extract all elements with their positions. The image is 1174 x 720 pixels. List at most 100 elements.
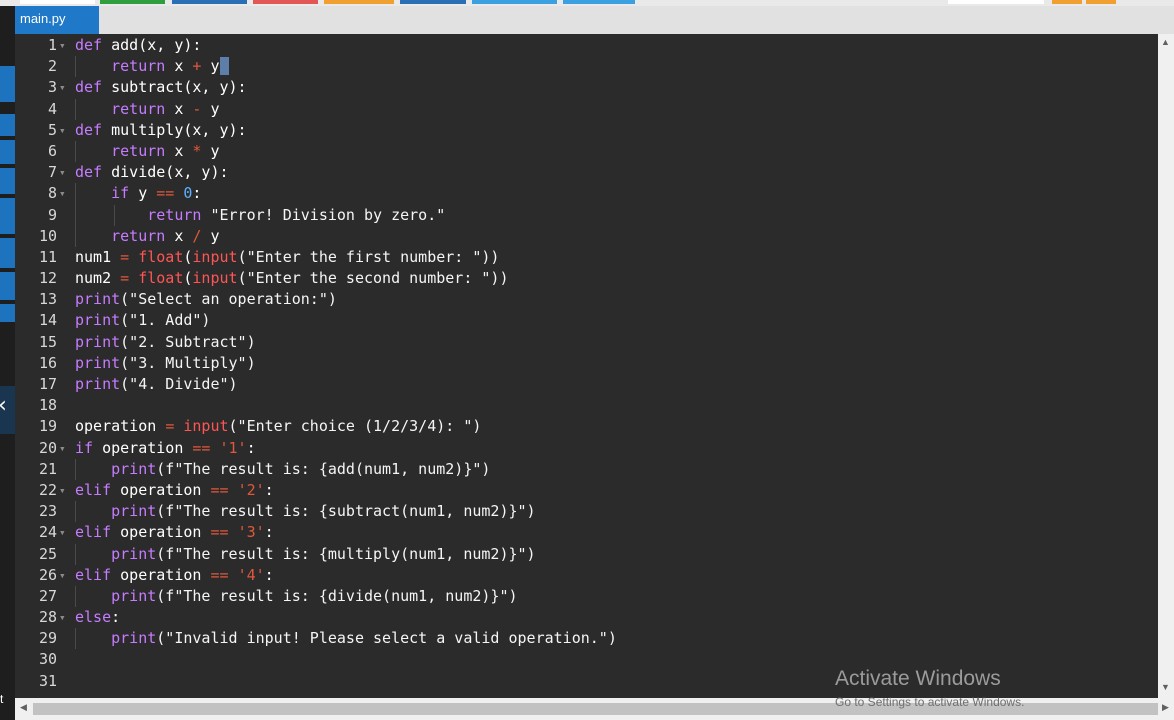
sidebar-tab[interactable] <box>0 66 15 102</box>
code-text[interactable]: else: <box>75 607 120 628</box>
code-line[interactable]: 21 print(f"The result is: {add(num1, num… <box>15 458 1158 480</box>
code-line[interactable]: 7 ▾ def divide(x, y): <box>15 162 1158 183</box>
sidebar-tab[interactable] <box>0 114 15 136</box>
chevron-left-icon[interactable]: ‹ <box>0 392 7 420</box>
code-token: input <box>192 269 238 288</box>
code-text[interactable]: print(f"The result is: {multiply(num1, n… <box>75 544 535 565</box>
code-text[interactable]: print("4. Divide") <box>75 374 238 395</box>
sidebar-tab[interactable] <box>0 238 15 268</box>
code-line[interactable]: 24 ▾ elif operation == '3': <box>15 522 1158 543</box>
code-line[interactable]: 26 ▾ elif operation == '4': <box>15 565 1158 586</box>
toolbar-segment <box>400 0 466 4</box>
code-text[interactable]: num1 = float(input("Enter the first numb… <box>75 247 499 268</box>
code-line[interactable]: 29 print("Invalid input! Please select a… <box>15 628 1158 650</box>
code-line[interactable]: 25 print(f"The result is: {multiply(num1… <box>15 543 1158 565</box>
toolbar-button[interactable] <box>1052 0 1082 4</box>
fold-toggle-icon[interactable]: ▾ <box>59 438 66 459</box>
code-token: return <box>147 205 211 224</box>
sidebar-tab[interactable] <box>0 272 15 300</box>
code-text[interactable]: print(f"The result is: {divide(num1, num… <box>75 586 517 607</box>
code-text[interactable]: return x * y <box>75 141 219 162</box>
code-text[interactable]: def add(x, y): <box>75 35 201 56</box>
code-line[interactable]: 8 ▾ if y == 0: <box>15 183 1158 205</box>
sidebar-tab[interactable] <box>0 168 15 194</box>
code-text[interactable]: operation = input("Enter choice (1/2/3/4… <box>75 416 481 437</box>
code-token: ("Select an operation:") <box>120 290 337 309</box>
scroll-up-icon[interactable]: ▲ <box>1161 37 1170 47</box>
code-text[interactable]: print("3. Multiply") <box>75 353 256 374</box>
scroll-left-icon[interactable]: ◀ <box>20 702 27 713</box>
code-text[interactable]: print(f"The result is: {add(num1, num2)}… <box>75 459 490 480</box>
code-text[interactable]: elif operation == '3': <box>75 522 274 543</box>
scroll-right-icon[interactable]: ▶ <box>1162 702 1169 713</box>
fold-toggle-icon[interactable]: ▾ <box>59 183 66 204</box>
sidebar-tab[interactable] <box>0 198 15 234</box>
code-line[interactable]: 15 print("2. Subtract") <box>15 332 1158 353</box>
code-text[interactable]: return x / y <box>75 226 219 247</box>
code-line[interactable]: 3 ▾ def subtract(x, y): <box>15 77 1158 98</box>
code-line[interactable]: 11 num1 = float(input("Enter the first nu… <box>15 247 1158 268</box>
code-token: input <box>183 417 229 436</box>
fold-toggle-icon[interactable]: ▾ <box>59 35 66 56</box>
code-text[interactable]: print("1. Add") <box>75 310 210 331</box>
code-line[interactable]: 17 print("4. Divide") <box>15 374 1158 395</box>
code-line[interactable]: 13 print("Select an operation:") <box>15 289 1158 310</box>
fold-toggle-icon[interactable]: ▾ <box>59 607 66 628</box>
code-text[interactable]: def multiply(x, y): <box>75 120 247 141</box>
code-line[interactable]: 2 return x + y <box>15 56 1158 78</box>
code-text[interactable]: return x - y <box>75 99 219 120</box>
code-token: ("Enter the second number: ")) <box>237 269 509 288</box>
code-text[interactable]: def subtract(x, y): <box>75 77 247 98</box>
fold-toggle-icon[interactable]: ▾ <box>59 565 66 586</box>
code-text[interactable]: elif operation == '2': <box>75 480 274 501</box>
code-line[interactable]: 27 print(f"The result is: {divide(num1, … <box>15 585 1158 608</box>
code-line[interactable]: 18 <box>15 395 1158 416</box>
code-line[interactable]: 10 return x / y <box>15 225 1158 247</box>
activate-windows-watermark: Activate Windows <box>835 667 1001 690</box>
code-line[interactable]: 23 print(f"The result is: {subtract(num1… <box>15 501 1158 523</box>
scroll-down-icon[interactable]: ▼ <box>1161 682 1170 692</box>
code-line[interactable]: 28 ▾ else: <box>15 607 1158 628</box>
code-text[interactable]: return x + y <box>75 56 229 77</box>
vertical-scrollbar[interactable]: ▲ ▼ <box>1158 34 1174 698</box>
sidebar-tab[interactable] <box>0 304 15 322</box>
code-text[interactable]: if y == 0: <box>75 183 201 204</box>
code-line[interactable]: 14 print("1. Add") <box>15 310 1158 331</box>
code-line[interactable]: 1 ▾ def add(x, y): <box>15 35 1158 56</box>
code-text[interactable]: def divide(x, y): <box>75 162 229 183</box>
code-line[interactable]: 4 return x - y <box>15 98 1158 120</box>
toolbar-button[interactable] <box>1086 0 1116 4</box>
fold-toggle-icon[interactable]: ▾ <box>59 162 66 183</box>
fold-toggle-icon[interactable]: ▾ <box>59 480 66 501</box>
code-text[interactable]: print("2. Subtract") <box>75 332 256 353</box>
code-line[interactable]: 16 print("3. Multiply") <box>15 353 1158 374</box>
code-line[interactable]: 19 operation = input("Enter choice (1/2/3… <box>15 416 1158 437</box>
sidebar-tab[interactable] <box>0 140 15 164</box>
code-line[interactable]: 20 ▾ if operation == '1': <box>15 438 1158 459</box>
fold-toggle-icon[interactable]: ▾ <box>59 77 66 98</box>
code-token: def <box>75 36 112 54</box>
toolbar-input[interactable] <box>948 0 1044 4</box>
code-text[interactable]: num2 = float(input("Enter the second num… <box>75 268 509 289</box>
code-line[interactable]: 6 return x * y <box>15 140 1158 163</box>
code-text[interactable]: return "Error! Division by zero." <box>75 205 445 226</box>
code-text[interactable]: print("Select an operation:") <box>75 289 337 310</box>
code-lines[interactable]: 1 ▾ def add(x, y): 2 return x + y 3 ▾ def sub… <box>15 35 1158 692</box>
tab-main-py[interactable]: main.py <box>15 6 99 34</box>
code-text[interactable]: if operation == '1': <box>75 438 256 459</box>
code-text[interactable]: elif operation == '4': <box>75 565 274 586</box>
code-token: == <box>210 565 238 584</box>
sidebar-partial-label: t <box>0 692 4 706</box>
code-editor[interactable]: 1 ▾ def add(x, y): 2 return x + y 3 ▾ def sub… <box>15 34 1158 698</box>
fold-toggle-icon[interactable]: ▾ <box>59 522 66 543</box>
code-line[interactable]: 9 return "Error! Division by zero." <box>15 204 1158 226</box>
code-text[interactable]: print("Invalid input! Please select a va… <box>75 628 617 649</box>
code-line[interactable]: 5 ▾ def multiply(x, y): <box>15 120 1158 141</box>
code-text[interactable]: print(f"The result is: {subtract(num1, n… <box>75 501 535 522</box>
code-token: operation <box>102 438 193 457</box>
fold-toggle-icon[interactable]: ▾ <box>59 120 66 141</box>
line-number: 2 <box>47 57 57 76</box>
code-line[interactable]: 12 num2 = float(input("Enter the second n… <box>15 268 1158 289</box>
line-number: 31 <box>38 671 57 690</box>
code-line[interactable]: 22 ▾ elif operation == '2': <box>15 480 1158 501</box>
